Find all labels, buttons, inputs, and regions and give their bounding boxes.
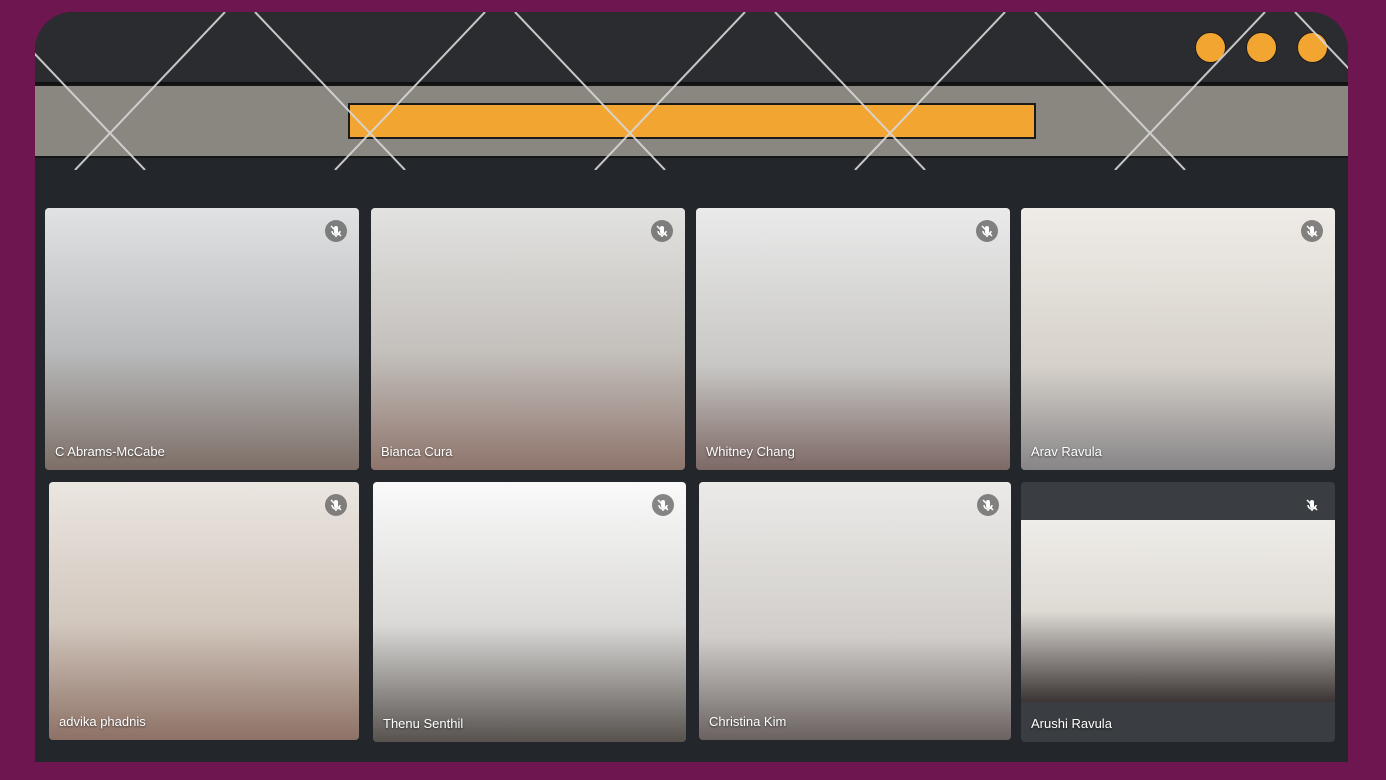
title-bar bbox=[35, 12, 1348, 84]
video-tile-arushi-ravula[interactable]: Arushi Ravula bbox=[1021, 482, 1335, 742]
video-tile-whitney-chang[interactable]: Whitney Chang bbox=[696, 208, 1010, 470]
participant-video bbox=[1021, 208, 1335, 470]
video-tile-arav-ravula[interactable]: Arav Ravula bbox=[1021, 208, 1335, 470]
mic-off-icon[interactable] bbox=[651, 220, 673, 242]
participant-name: Arav Ravula bbox=[1031, 444, 1102, 459]
window-controls bbox=[1195, 32, 1328, 63]
video-tile-c-abrams-mccabe[interactable]: C Abrams-McCabe bbox=[45, 208, 359, 470]
participant-name: Bianca Cura bbox=[381, 444, 453, 459]
video-grid: C Abrams-McCabe Bianca Cura Whitney Chan… bbox=[45, 208, 1335, 742]
mic-off-icon[interactable] bbox=[325, 220, 347, 242]
video-tile-advika-phadnis[interactable]: advika phadnis bbox=[49, 482, 359, 740]
video-tile-thenu-senthil[interactable]: Thenu Senthil bbox=[373, 482, 686, 742]
participant-video bbox=[373, 482, 686, 742]
address-bar bbox=[35, 84, 1348, 158]
participant-name: Whitney Chang bbox=[706, 444, 795, 459]
participant-name: Thenu Senthil bbox=[383, 716, 464, 731]
mic-off-icon[interactable] bbox=[977, 494, 999, 516]
window-control-dot-1[interactable] bbox=[1195, 32, 1226, 63]
participant-name: Arushi Ravula bbox=[1031, 716, 1112, 731]
window-control-dot-2[interactable] bbox=[1246, 32, 1277, 63]
mic-off-icon[interactable] bbox=[1301, 220, 1323, 242]
mic-off-icon[interactable] bbox=[325, 494, 347, 516]
participant-name: advika phadnis bbox=[59, 714, 146, 729]
participant-video bbox=[1021, 520, 1335, 702]
video-tile-bianca-cura[interactable]: Bianca Cura bbox=[371, 208, 685, 470]
window-control-dot-3[interactable] bbox=[1297, 32, 1328, 63]
participant-video bbox=[49, 482, 359, 740]
participant-video bbox=[696, 208, 1010, 470]
mic-off-icon[interactable] bbox=[1301, 494, 1323, 516]
video-tile-christina-kim[interactable]: Christina Kim bbox=[699, 482, 1011, 740]
tile-top-bar bbox=[1021, 482, 1335, 520]
participant-name: C Abrams-McCabe bbox=[55, 444, 165, 459]
participant-name: Christina Kim bbox=[709, 714, 787, 729]
address-field[interactable] bbox=[348, 103, 1036, 139]
participant-video bbox=[699, 482, 1011, 740]
participant-video bbox=[371, 208, 685, 470]
mic-off-icon[interactable] bbox=[652, 494, 674, 516]
participant-video bbox=[45, 208, 359, 470]
mic-off-icon[interactable] bbox=[976, 220, 998, 242]
browser-window: C Abrams-McCabe Bianca Cura Whitney Chan… bbox=[35, 12, 1348, 762]
